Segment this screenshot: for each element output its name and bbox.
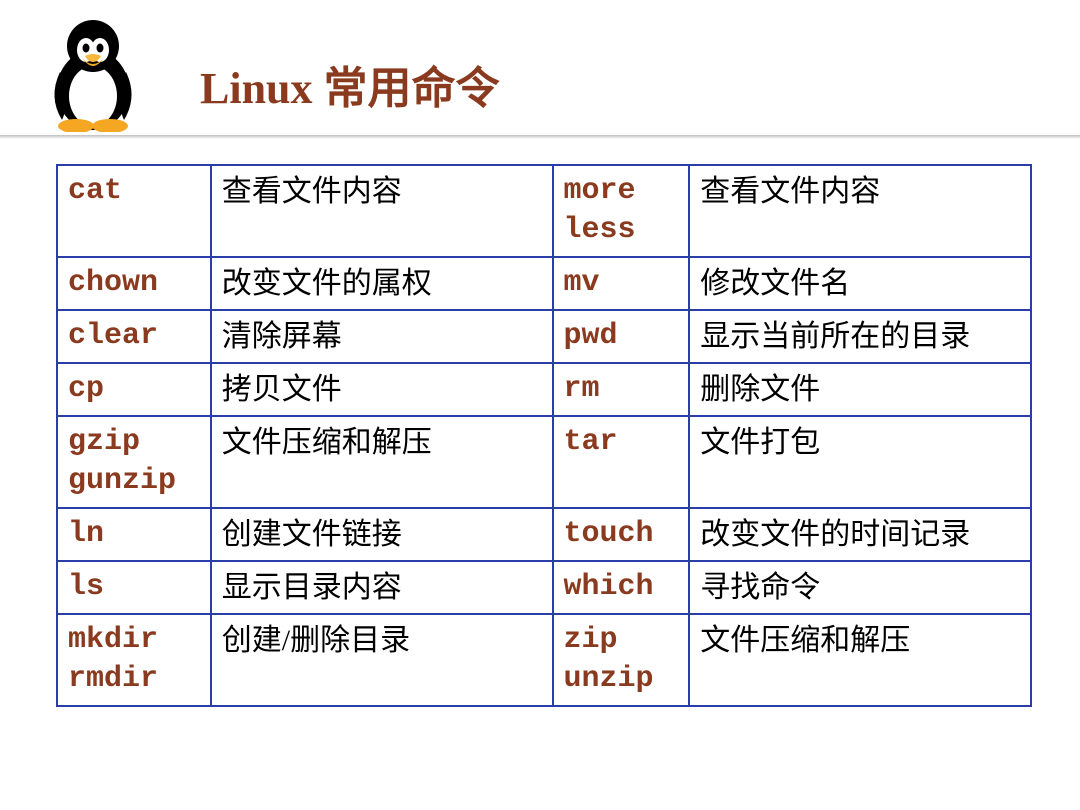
description-cell: 创建/删除目录 xyxy=(211,614,553,706)
command-cell: cp xyxy=(57,363,211,416)
description-cell: 寻找命令 xyxy=(689,561,1031,614)
command-cell: pwd xyxy=(553,310,690,363)
description-cell: 文件压缩和解压 xyxy=(211,416,553,508)
table-row: ln创建文件链接touch改变文件的时间记录 xyxy=(57,508,1031,561)
description-cell: 文件打包 xyxy=(689,416,1031,508)
description-cell: 查看文件内容 xyxy=(689,165,1031,257)
command-cell: gzip gunzip xyxy=(57,416,211,508)
table-container: cat查看文件内容more less查看文件内容chown改变文件的属权mv修改… xyxy=(0,140,1080,707)
tux-penguin-icon xyxy=(38,12,148,132)
description-cell: 拷贝文件 xyxy=(211,363,553,416)
table-row: chown改变文件的属权mv修改文件名 xyxy=(57,257,1031,310)
description-cell: 创建文件链接 xyxy=(211,508,553,561)
description-cell: 显示当前所在的目录 xyxy=(689,310,1031,363)
command-cell: mkdir rmdir xyxy=(57,614,211,706)
command-cell: chown xyxy=(57,257,211,310)
table-row: clear清除屏幕pwd显示当前所在的目录 xyxy=(57,310,1031,363)
command-cell: tar xyxy=(553,416,690,508)
command-cell: which xyxy=(553,561,690,614)
command-cell: ls xyxy=(57,561,211,614)
description-cell: 修改文件名 xyxy=(689,257,1031,310)
command-cell: ln xyxy=(57,508,211,561)
table-row: gzip gunzip文件压缩和解压tar文件打包 xyxy=(57,416,1031,508)
description-cell: 改变文件的时间记录 xyxy=(689,508,1031,561)
description-cell: 删除文件 xyxy=(689,363,1031,416)
page-title: Linux 常用命令 xyxy=(200,52,500,116)
table-row: mkdir rmdir创建/删除目录zip unzip文件压缩和解压 xyxy=(57,614,1031,706)
command-cell: mv xyxy=(553,257,690,310)
description-cell: 查看文件内容 xyxy=(211,165,553,257)
command-cell: rm xyxy=(553,363,690,416)
command-cell: clear xyxy=(57,310,211,363)
description-cell: 清除屏幕 xyxy=(211,310,553,363)
command-cell: zip unzip xyxy=(553,614,690,706)
command-cell: cat xyxy=(57,165,211,257)
table-row: ls显示目录内容which寻找命令 xyxy=(57,561,1031,614)
table-row: cp拷贝文件rm删除文件 xyxy=(57,363,1031,416)
table-row: cat查看文件内容more less查看文件内容 xyxy=(57,165,1031,257)
slide-header: Linux 常用命令 xyxy=(0,0,1080,140)
commands-table: cat查看文件内容more less查看文件内容chown改变文件的属权mv修改… xyxy=(56,164,1032,707)
description-cell: 改变文件的属权 xyxy=(211,257,553,310)
command-cell: more less xyxy=(553,165,690,257)
description-cell: 文件压缩和解压 xyxy=(689,614,1031,706)
command-cell: touch xyxy=(553,508,690,561)
description-cell: 显示目录内容 xyxy=(211,561,553,614)
